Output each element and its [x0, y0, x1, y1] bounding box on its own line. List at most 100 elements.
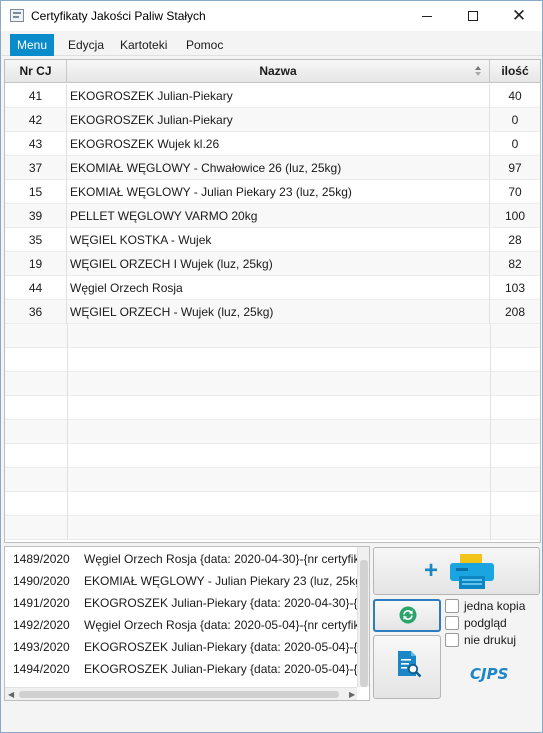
certificate-text: Węgiel Orzech Rosja {data: 2020-05-04}-{… [84, 618, 357, 632]
cell-nr: 19 [5, 252, 67, 276]
empty-row [5, 348, 540, 372]
list-item[interactable]: 1489/2020 Węgiel Orzech Rosja {data: 202… [5, 548, 357, 570]
certificate-text: EKOGROSZEK Julian-Piekary {data: 2020-04… [84, 596, 357, 610]
cell-qty: 28 [508, 233, 522, 247]
horizontal-scroll-thumb[interactable] [19, 691, 339, 698]
empty-row [5, 516, 540, 540]
list-item[interactable]: 1493/2020 EKOGROSZEK Julian-Piekary {dat… [5, 636, 357, 658]
empty-row [5, 324, 540, 348]
empty-row [5, 372, 540, 396]
cell-name: EKOGROSZEK Wujek kl.26 [67, 132, 490, 156]
certificate-number: 1491/2020 [13, 596, 70, 610]
table-header: Nr CJ Nazwa ilość [5, 60, 540, 83]
horizontal-scrollbar[interactable]: ◀ ▶ [5, 687, 357, 700]
minimize-icon [422, 15, 432, 17]
cell-qty: 97 [508, 161, 522, 175]
menu-item-edycja[interactable]: Edycja [61, 34, 111, 56]
cell-nr: 39 [5, 204, 67, 228]
preview-checkbox[interactable]: podgląd [445, 615, 507, 631]
one-copy-checkbox-box[interactable] [445, 599, 459, 613]
cell-nr: 43 [5, 132, 67, 156]
cell-qty: 0 [511, 137, 519, 151]
cell-nr: 44 [5, 276, 67, 300]
no-print-checkbox[interactable]: nie drukuj [445, 632, 516, 648]
table-row[interactable]: 44 Węgiel Orzech Rosja 103 [5, 276, 540, 300]
empty-row [5, 444, 540, 468]
certificate-text: EKOMIAŁ WĘGLOWY - Julian Piekary 23 (luz… [84, 574, 357, 588]
add-print-button[interactable]: + [373, 547, 540, 595]
column-header-name[interactable]: Nazwa [67, 60, 490, 83]
cell-name: EKOMIAŁ WĘGLOWY - Chwałowice 26 (luz, 25… [67, 156, 490, 180]
list-item[interactable]: 1494/2020 EKOGROSZEK Julian-Piekary {dat… [5, 658, 357, 680]
preview-checkbox-box[interactable] [445, 616, 459, 630]
certificate-number: 1489/2020 [13, 552, 70, 566]
refresh-button[interactable] [373, 599, 441, 632]
column-header-nr[interactable]: Nr CJ [5, 60, 67, 83]
cell-qty: 100 [504, 209, 526, 223]
menu-item-kartoteki[interactable]: Kartoteki [113, 34, 174, 56]
minimize-button[interactable] [404, 1, 450, 31]
scroll-left-icon[interactable]: ◀ [8, 690, 14, 699]
vertical-scrollbar[interactable] [357, 547, 369, 687]
preview-button[interactable] [373, 635, 441, 699]
list-item[interactable]: 1490/2020 EKOMIAŁ WĘGLOWY - Julian Pieka… [5, 570, 357, 592]
certificate-number: 1490/2020 [13, 574, 70, 588]
window-title: Certyfikaty Jakości Paliw Stałych [31, 9, 206, 23]
table-row[interactable]: 39 PELLET WĘGLOWY VARMO 20kg 100 [5, 204, 540, 228]
certificate-number: 1492/2020 [13, 618, 70, 632]
cell-nr: 37 [5, 156, 67, 180]
close-icon: ✕ [511, 6, 527, 25]
menu-item-pomoc[interactable]: Pomoc [179, 34, 230, 56]
cell-nr: 35 [5, 228, 67, 252]
title-bar: Certyfikaty Jakości Paliw Stałych ✕ [1, 1, 542, 31]
menu-bar: Menu Edycja Kartoteki Pomoc [1, 31, 542, 56]
table-empty-area [5, 324, 540, 542]
one-copy-checkbox[interactable]: jedna kopia [445, 598, 525, 614]
certificate-text: Węgiel Orzech Rosja {data: 2020-04-30}-{… [84, 552, 357, 566]
column-header-qty[interactable]: ilość [490, 60, 540, 83]
empty-row [5, 396, 540, 420]
app-window: Certyfikaty Jakości Paliw Stałych ✕ Menu… [0, 0, 543, 733]
cell-nr: 36 [5, 300, 67, 324]
brand-logo: CJPS [470, 665, 509, 683]
cell-name: EKOGROSZEK Julian-Piekary [67, 84, 490, 108]
list-item[interactable]: 1491/2020 EKOGROSZEK Julian-Piekary {dat… [5, 592, 357, 614]
scroll-right-icon[interactable]: ▶ [349, 690, 355, 699]
cell-name: PELLET WĘGLOWY VARMO 20kg [67, 204, 490, 228]
cell-qty: 82 [508, 257, 522, 271]
certificate-text: EKOGROSZEK Julian-Piekary {data: 2020-05… [84, 640, 357, 654]
sort-icon [475, 66, 482, 77]
table-row[interactable]: 43 EKOGROSZEK Wujek kl.26 0 [5, 132, 540, 156]
cell-nr: 42 [5, 108, 67, 132]
table-row[interactable]: 15 EKOMIAŁ WĘGLOWY - Julian Piekary 23 (… [5, 180, 540, 204]
printer-icon [450, 554, 494, 589]
refresh-icon [399, 606, 417, 624]
cell-qty: 40 [508, 89, 522, 103]
table-row[interactable]: 35 WĘGIEL KOSTKA - Wujek 28 [5, 228, 540, 252]
maximize-button[interactable] [450, 1, 496, 31]
cell-name: WĘGIEL ORZECH - Wujek (luz, 25kg) [67, 300, 490, 324]
empty-row [5, 468, 540, 492]
maximize-icon [468, 11, 478, 21]
certificate-list[interactable]: 1489/2020 Węgiel Orzech Rosja {data: 202… [4, 546, 370, 701]
fuel-table[interactable]: Nr CJ Nazwa ilość 41 EKOGROSZEK Julian-P… [4, 59, 541, 543]
table-row[interactable]: 19 WĘGIEL ORZECH I Wujek (luz, 25kg) 82 [5, 252, 540, 276]
table-row[interactable]: 41 EKOGROSZEK Julian-Piekary 40 [5, 84, 540, 108]
menu-item-menu[interactable]: Menu [10, 34, 55, 56]
empty-row [5, 492, 540, 516]
cell-nr: 15 [5, 180, 67, 204]
certificate-number: 1493/2020 [13, 640, 70, 654]
cell-name: WĘGIEL KOSTKA - Wujek [67, 228, 490, 252]
empty-row [5, 420, 540, 444]
cell-qty: 0 [511, 113, 519, 127]
table-row[interactable]: 37 EKOMIAŁ WĘGLOWY - Chwałowice 26 (luz,… [5, 156, 540, 180]
cell-name: EKOMIAŁ WĘGLOWY - Julian Piekary 23 (luz… [67, 180, 490, 204]
vertical-scroll-thumb[interactable] [360, 560, 368, 687]
document-search-icon [398, 651, 422, 678]
table-row[interactable]: 36 WĘGIEL ORZECH - Wujek (luz, 25kg) 208 [5, 300, 540, 324]
no-print-checkbox-box[interactable] [445, 633, 459, 647]
close-button[interactable]: ✕ [496, 1, 542, 31]
table-row[interactable]: 42 EKOGROSZEK Julian-Piekary 0 [5, 108, 540, 132]
list-item[interactable]: 1492/2020 Węgiel Orzech Rosja {data: 202… [5, 614, 357, 636]
cell-name: WĘGIEL ORZECH I Wujek (luz, 25kg) [67, 252, 490, 276]
